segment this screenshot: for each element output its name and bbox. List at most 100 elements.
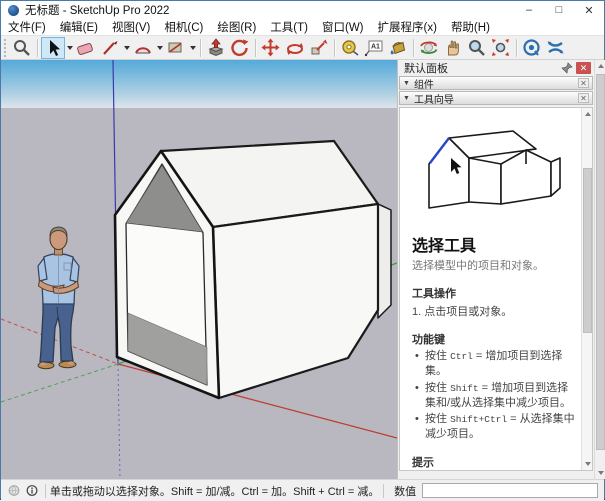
- scroll-down-arrow[interactable]: [595, 467, 605, 479]
- instructor-panel: 选择工具 选择模型中的项目和对象。 工具操作 1. 点击项目或对象。 功能键 按…: [399, 107, 593, 471]
- select-tool-dropdown[interactable]: [65, 37, 74, 59]
- status-bar: 单击或拖动以选择对象。Shift = 加/减。Ctrl = 加。Shift + …: [1, 479, 604, 501]
- sky: [1, 60, 397, 108]
- zoom-tool-button[interactable]: [465, 37, 489, 59]
- instructor-subtitle: 选择模型中的项目和对象。: [412, 257, 575, 273]
- pan-tool-button[interactable]: [441, 37, 465, 59]
- instructor-scrollbar[interactable]: [581, 108, 592, 470]
- list-item: 按住 Ctrl = 增加项目到选择集。: [412, 349, 575, 379]
- push-pull-icon: [206, 38, 226, 58]
- toolbar: A1: [1, 36, 604, 60]
- menu-bar: 文件(F) 编辑(E) 视图(V) 相机(C) 绘图(R) 工具(T) 窗口(W…: [1, 19, 604, 36]
- section-label: 工具向导: [414, 91, 454, 106]
- toolbar-separator: [413, 39, 414, 57]
- select-arrow-icon: [43, 38, 63, 58]
- status-separator: [45, 484, 46, 498]
- sketchup-window: { "window": { "title": "无标题 - SketchUp P…: [0, 0, 605, 500]
- eraser-tool-button[interactable]: [74, 37, 98, 59]
- section-close-icon[interactable]: ✕: [578, 93, 589, 103]
- orbit-tool-button[interactable]: [417, 37, 441, 59]
- line-tool-dropdown[interactable]: [122, 37, 131, 59]
- svg-text:A1: A1: [371, 43, 380, 50]
- extension-warehouse-button[interactable]: [520, 37, 544, 59]
- minimize-button[interactable]: –: [514, 1, 544, 19]
- window-title: 无标题 - SketchUp Pro 2022: [25, 2, 514, 18]
- geolocation-icon[interactable]: [8, 483, 20, 498]
- rotate-tool-button[interactable]: [283, 37, 307, 59]
- modifier-keys-title: 功能键: [412, 331, 575, 347]
- section-label: 组件: [414, 76, 434, 91]
- modifier-keys-list: 按住 Ctrl = 增加项目到选择集。 按住 Shift = 增加项目到选择集和…: [412, 349, 575, 442]
- drawing-canvas[interactable]: [1, 60, 397, 479]
- arc-tool-button[interactable]: [131, 37, 155, 59]
- instructor-content: 选择工具 选择模型中的项目和对象。 工具操作 1. 点击项目或对象。 功能键 按…: [400, 108, 581, 470]
- menu-view[interactable]: 视图(V): [105, 19, 157, 35]
- rectangle-tool-button[interactable]: [164, 37, 188, 59]
- menu-help[interactable]: 帮助(H): [444, 19, 497, 35]
- scroll-up-arrow[interactable]: [595, 60, 605, 72]
- maximize-button[interactable]: □: [544, 1, 574, 19]
- zoom-extents-icon: [491, 38, 511, 58]
- scrollbar-thumb[interactable]: [596, 74, 605, 450]
- tape-measure-icon: [340, 38, 360, 58]
- push-pull-tool-button[interactable]: [204, 37, 228, 59]
- rectangle-tool-dropdown[interactable]: [188, 37, 197, 59]
- app-icon: [8, 5, 19, 16]
- toolbar-separator: [516, 39, 517, 57]
- menu-window[interactable]: 窗口(W): [315, 19, 371, 35]
- arc-tool-dropdown[interactable]: [155, 37, 164, 59]
- scroll-up-arrow[interactable]: [582, 108, 593, 120]
- menu-camera[interactable]: 相机(C): [157, 19, 210, 35]
- pin-icon[interactable]: [561, 62, 573, 74]
- line-tool-button[interactable]: [98, 37, 122, 59]
- tape-measure-tool-button[interactable]: [338, 37, 362, 59]
- status-separator: [383, 484, 384, 498]
- 3d-warehouse-share-button[interactable]: [544, 37, 568, 59]
- section-components[interactable]: ▼ 组件 ✕: [399, 76, 593, 90]
- paint-bucket-tool-button[interactable]: [386, 37, 410, 59]
- operation-step: 1. 点击项目或对象。: [412, 303, 575, 319]
- tips-title: 提示: [412, 454, 575, 470]
- panel-close-button[interactable]: ✕: [576, 62, 591, 74]
- zoom-window-tool-button[interactable]: [10, 37, 34, 59]
- toolbar-separator: [200, 39, 201, 57]
- list-item: 按住 Shift = 增加项目到选择集和/或从选择集中减少项目。: [412, 381, 575, 411]
- menu-extensions[interactable]: 扩展程序(x): [371, 19, 444, 35]
- list-item: 按住 Shift+Ctrl = 从选择集中减少项目。: [412, 412, 575, 442]
- scrollbar-thumb[interactable]: [583, 168, 592, 333]
- chevron-down-icon: ▼: [403, 80, 410, 87]
- menu-draw[interactable]: 绘图(R): [210, 19, 263, 35]
- scroll-down-arrow[interactable]: [582, 458, 593, 470]
- section-instructor[interactable]: ▼ 工具向导 ✕: [399, 91, 593, 105]
- panel-header: 默认面板 ✕: [398, 60, 594, 76]
- main-area: 默认面板 ✕ ▼ 组件 ✕ ▼ 工具向导 ✕: [1, 60, 604, 479]
- instructor-heading: 选择工具: [412, 232, 575, 256]
- menu-file[interactable]: 文件(F): [1, 19, 53, 35]
- text-tool-button[interactable]: A1: [362, 37, 386, 59]
- title-bar: 无标题 - SketchUp Pro 2022 – □ ✕: [1, 1, 604, 19]
- status-hint: 单击或拖动以选择对象。Shift = 加/减。Ctrl = 加。Shift + …: [50, 483, 379, 499]
- follow-me-icon: [230, 38, 250, 58]
- select-tool-button[interactable]: [41, 37, 65, 59]
- close-button[interactable]: ✕: [574, 1, 604, 19]
- magnifier-icon: [12, 38, 32, 58]
- scale-tool-button[interactable]: [307, 37, 331, 59]
- eraser-icon: [76, 38, 96, 58]
- measurements-label: 数值: [394, 483, 416, 499]
- menu-edit[interactable]: 编辑(E): [53, 19, 105, 35]
- rectangle-icon: [166, 38, 186, 58]
- toolbar-grip[interactable]: [4, 39, 8, 57]
- rotate-icon: [285, 38, 305, 58]
- toolbar-separator: [334, 39, 335, 57]
- move-tool-button[interactable]: [259, 37, 283, 59]
- instructor-house-illustration: [415, 114, 573, 226]
- zoom-extents-tool-button[interactable]: [489, 37, 513, 59]
- chevron-down-icon: ▼: [403, 95, 410, 102]
- measurements-input[interactable]: [422, 483, 598, 498]
- panel-scrollbar[interactable]: [594, 60, 605, 479]
- menu-tools[interactable]: 工具(T): [263, 19, 315, 35]
- credits-info-icon[interactable]: [26, 483, 38, 498]
- operations-title: 工具操作: [412, 285, 575, 301]
- follow-me-tool-button[interactable]: [228, 37, 252, 59]
- section-close-icon[interactable]: ✕: [578, 78, 589, 88]
